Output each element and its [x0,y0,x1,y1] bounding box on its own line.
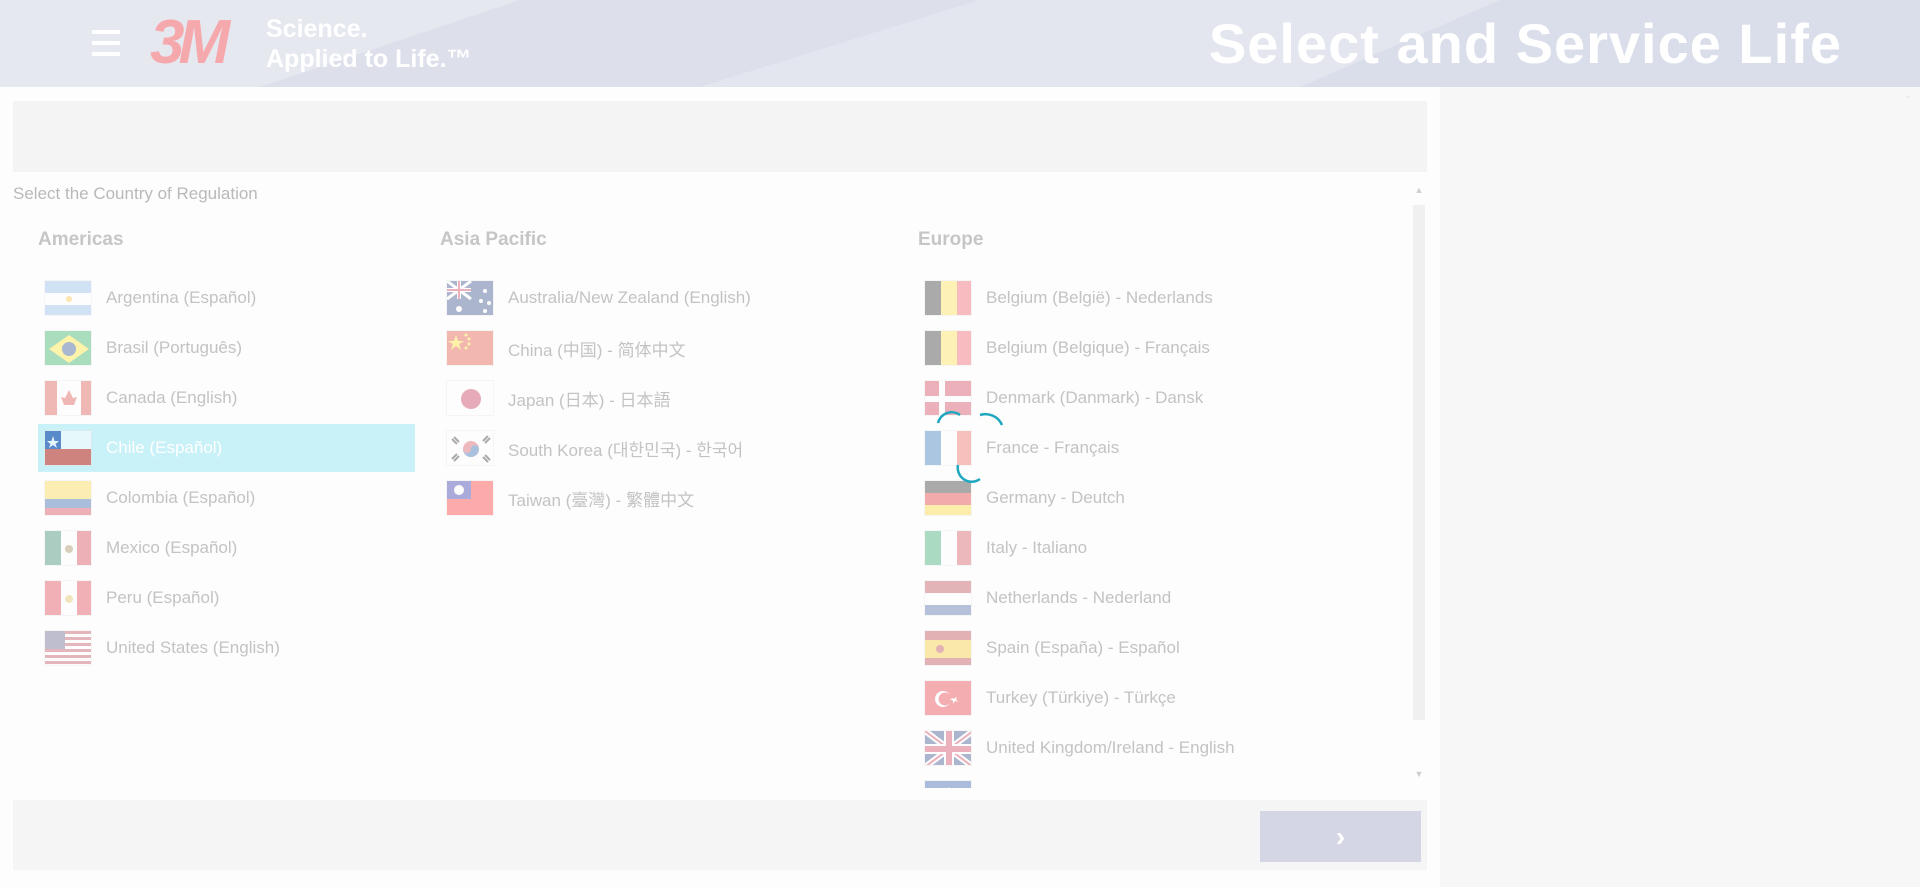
argentina-flag-icon [44,280,92,316]
country-option[interactable]: Turkey (Türkiye) - Türkçe [918,674,1338,722]
country-option[interactable]: Brasil (Português) [38,324,415,372]
loading-spinner-icon [936,410,1004,483]
country-option[interactable]: United States (English) [38,624,415,672]
country-option[interactable]: Italy - Italiano [918,524,1338,572]
country-label: Netherlands - Nederland [986,588,1172,607]
korea-flag-icon [446,430,494,466]
country-label: Peru (Español) [106,588,220,607]
peru-flag-icon [44,580,92,616]
right-panel: ⌃ [1440,87,1920,887]
belgium-flag-icon [924,280,972,316]
canada-flag-icon [44,380,92,416]
scrollbar[interactable]: ▲ ▼ [1411,185,1425,785]
scroll-down-icon[interactable]: ▼ [1414,769,1424,779]
country-label: Italy - Italiano [986,538,1088,557]
italy-flag-icon [924,530,972,566]
country-label: Spain (España) - Español [986,638,1180,657]
netherlands-flag-icon [924,580,972,616]
country-option[interactable]: China (中国) - 简体中文 [440,324,780,372]
next-button[interactable]: › [1260,811,1421,862]
mexico-flag-icon [44,530,92,566]
region-title: Asia Pacific [440,229,547,250]
country-option[interactable]: Chile (Español) [38,424,415,472]
hamburger-menu-icon[interactable] [90,26,122,60]
country-option[interactable]: Netherlands - Nederland [918,574,1338,622]
country-option[interactable]: South Korea (대한민국) - 한국어 [440,424,780,472]
country-option[interactable]: Colombia (Español) [38,474,415,522]
country-label: Canada (English) [106,388,238,407]
panel-marker-icon: ⌃ [1903,95,1912,106]
country-option[interactable]: Canada (English) [38,374,415,422]
japan-flag-icon [446,380,494,416]
scroll-up-icon[interactable]: ▲ [1414,185,1424,195]
country-option[interactable]: Mexico (Español) [38,524,415,572]
country-label: Denmark (Danmark) - Dansk [986,388,1204,407]
turkey-flag-icon [924,680,972,716]
country-label: Belgium (Belgique) - Français [986,338,1210,357]
country-label: South Korea (대한민국) - 한국어 [508,440,744,460]
country-label: Belgium (België) - Nederlands [986,288,1213,307]
spain-flag-icon [924,630,972,666]
country-option[interactable]: Taiwan (臺灣) - 繁體中文 [440,474,780,522]
country-label: Australia/New Zealand (English) [508,288,751,307]
country-label: Taiwan (臺灣) - 繁體中文 [508,490,695,510]
country-option[interactable]: Peru (Español) [38,574,415,622]
country-label: Mexico (Español) [106,538,238,557]
eu-flag-icon [924,780,972,788]
china-flag-icon [446,330,494,366]
page-title: Select and Service Life [1208,12,1842,75]
app-header: 3M Science. Applied to Life.™ Select and… [0,0,1920,87]
chevron-right-icon: › [1335,820,1346,852]
country-option[interactable]: Australia/New Zealand (English) [440,274,780,322]
scroll-thumb[interactable] [1413,205,1425,720]
brazil-flag-icon [44,330,92,366]
country-label: China (中国) - 简体中文 [508,340,686,360]
logo-tagline: Science. Applied to Life.™ [266,15,472,73]
country-option[interactable]: Japan (日本) - 日本語 [440,374,780,422]
belgium-flag-icon [924,330,972,366]
country-option[interactable]: Argentina (Español) [38,274,415,322]
footer-bar [13,800,1427,870]
usa-flag-icon [44,630,92,666]
country-option[interactable]: United Kingdom/Ireland - English [918,724,1338,772]
australia-flag-icon [446,280,494,316]
country-label: Brasil (Português) [106,338,243,357]
3m-logo[interactable]: 3M [150,10,230,76]
chile-flag-icon [44,430,92,466]
country-option[interactable]: Belgium (Belgique) - Français [918,324,1338,372]
country-option[interactable]: Europe - Other [918,774,1338,788]
country-label: Turkey (Türkiye) - Türkçe [986,688,1176,707]
region-title: Americas [38,229,124,250]
taiwan-flag-icon [446,480,494,516]
country-list[interactable]: Americas Argentina (Español) Brasil (Portu… [13,180,1427,788]
country-label: United Kingdom/Ireland - English [986,738,1235,757]
uk-flag-icon [924,730,972,766]
country-label: Chile (Español) [106,438,223,457]
country-label: Japan (日本) - 日本語 [508,390,671,410]
colombia-flag-icon [44,480,92,516]
country-option[interactable]: Spain (España) - Español [918,624,1338,672]
country-option[interactable]: Belgium (België) - Nederlands [918,274,1338,322]
country-label: Colombia (Español) [106,488,256,507]
country-label: United States (English) [106,638,280,657]
top-panel [13,101,1427,172]
region-title: Europe [918,229,984,250]
country-label: Argentina (Español) [106,288,257,307]
